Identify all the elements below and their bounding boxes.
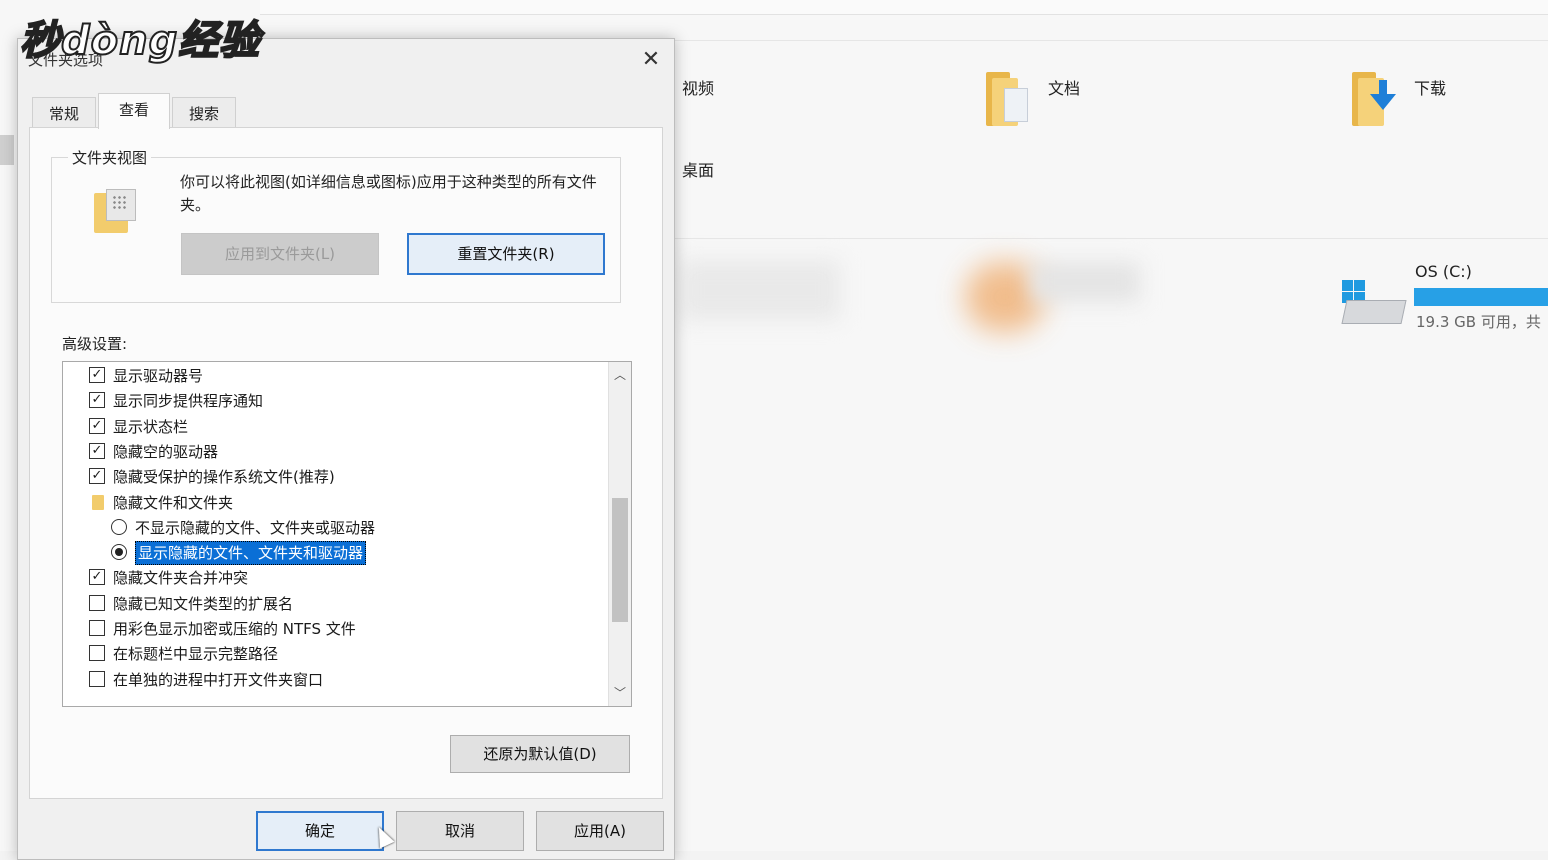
settings-checkbox-item[interactable]: ✓ 显示驱动器号 [63,364,603,388]
settings-checkbox-item[interactable]: ✓ 隐藏空的驱动器 [63,440,603,464]
settings-radio-item[interactable]: 不显示隐藏的文件、文件夹或驱动器 [63,516,603,540]
downloads-folder-icon[interactable] [1350,70,1396,126]
settings-item-label: 隐藏已知文件类型的扩展名 [113,594,294,613]
settings-item-label: 隐藏空的驱动器 [113,442,219,461]
checkbox-checked[interactable]: ✓ [89,392,105,409]
checkbox-checked[interactable]: ✓ [89,442,105,459]
navigation-pane-edge [0,135,14,165]
checkbox-unchecked[interactable] [89,670,105,687]
blurred-drive [680,260,840,320]
drive-free-space: 19.3 GB 可用，共 [1416,313,1541,331]
checkbox-unchecked[interactable] [89,594,105,611]
quick-access-downloads[interactable]: 下载 [1414,75,1446,99]
scroll-up-icon[interactable]: ︿ [609,364,631,386]
checkbox-checked[interactable]: ✓ [89,569,105,586]
settings-item-label: 在单独的进程中打开文件夹窗口 [113,670,324,689]
radio-unselected[interactable] [111,518,127,535]
blurred-drive-label [1030,262,1140,302]
quick-access-videos[interactable]: 视频 [682,75,714,99]
folder-views-legend: 文件夹视图 [68,147,152,168]
checkbox-checked[interactable]: ✓ [89,468,105,485]
cancel-button[interactable]: 取消 [396,811,524,851]
checkbox-unchecked[interactable] [89,645,105,662]
settings-checkbox-item[interactable]: ✓ 显示同步提供程序通知 [63,389,603,413]
scroll-down-icon[interactable]: ﹀ [609,682,631,704]
settings-item-label: 隐藏受保护的操作系统文件(推荐) [113,468,335,487]
quick-access-desktop[interactable]: 桌面 [682,157,714,181]
folder-view-icon [94,189,136,233]
settings-item-label: 用彩色显示加密或压缩的 NTFS 文件 [113,620,356,638]
folder-options-dialog: 文件夹选项 ✕ 常规 查看 搜索 文件夹视图 你可以将此视图(如详细信息或图标)… [17,38,675,860]
apply-to-folders-button[interactable]: 应用到文件夹(L) [181,233,379,275]
settings-item-label: 显示状态栏 [113,417,189,436]
quick-access-documents[interactable]: 文档 [1048,75,1080,99]
advanced-settings-label: 高级设置: [62,335,128,353]
settings-checkbox-item[interactable]: 隐藏已知文件类型的扩展名 [63,592,603,616]
settings-item-label: 在标题栏中显示完整路径 [113,645,279,664]
tab-general[interactable]: 常规 [32,97,96,128]
divider [660,40,1548,41]
settings-checkbox-item[interactable]: ✓ 隐藏受保护的操作系统文件(推荐) [63,465,603,489]
radio-selected[interactable] [111,544,127,561]
settings-item-label: 显示同步提供程序通知 [113,392,264,411]
list-scrollbar[interactable]: ︿ ﹀ [608,362,631,706]
tab-view[interactable]: 查看 [98,93,170,129]
folder-icon [92,494,104,510]
checkbox-checked[interactable]: ✓ [89,417,105,434]
checkbox-checked[interactable]: ✓ [89,367,105,383]
drive-usage-bar [1414,288,1548,306]
close-icon[interactable]: ✕ [634,45,668,75]
scroll-thumb[interactable] [612,498,628,622]
settings-checkbox-item[interactable]: ✓ 显示状态栏 [63,415,603,439]
watermark-logo: 秒dòng经验 [19,17,261,65]
settings-checkbox-item[interactable]: 用彩色显示加密或压缩的 NTFS 文件 [63,617,603,641]
drive-name[interactable]: OS (C:) [1415,262,1472,281]
ok-button[interactable]: 确定 [256,811,384,851]
documents-folder-icon[interactable] [984,70,1028,126]
settings-group-folder: 隐藏文件和文件夹 [63,491,603,515]
settings-item-label: 隐藏文件和文件夹 [113,493,234,512]
reset-folders-button[interactable]: 重置文件夹(R) [407,233,605,275]
folder-views-description: 你可以将此视图(如详细信息或图标)应用于这种类型的所有文件夹。 [180,173,597,214]
explorer-toolbar [260,0,1548,15]
settings-item-label: 不显示隐藏的文件、文件夹或驱动器 [135,518,376,537]
settings-checkbox-item[interactable]: 在单独的进程中打开文件夹窗口 [63,668,603,692]
settings-item-label: 隐藏文件夹合并冲突 [113,569,249,588]
restore-defaults-button[interactable]: 还原为默认值(D) [450,735,630,773]
settings-checkbox-item[interactable]: ✓ 隐藏文件夹合并冲突 [63,566,603,590]
settings-checkbox-item[interactable]: 在标题栏中显示完整路径 [63,642,603,666]
settings-item-label: 显示驱动器号 [113,367,204,385]
checkbox-unchecked[interactable] [89,620,105,636]
advanced-settings-list[interactable]: 在单独的进程中打开文件夹窗口 在标题栏中显示完整路径 用彩色显示加密或压缩的 NTF… [62,361,632,707]
windows-drive-icon[interactable] [1341,280,1407,328]
apply-button[interactable]: 应用(A) [536,811,664,851]
settings-item-label: 显示隐藏的文件、文件夹和驱动器 [135,541,367,566]
divider [660,238,1548,239]
settings-radio-item[interactable]: 显示隐藏的文件、文件夹和驱动器 [63,541,603,566]
tab-search[interactable]: 搜索 [172,97,236,128]
